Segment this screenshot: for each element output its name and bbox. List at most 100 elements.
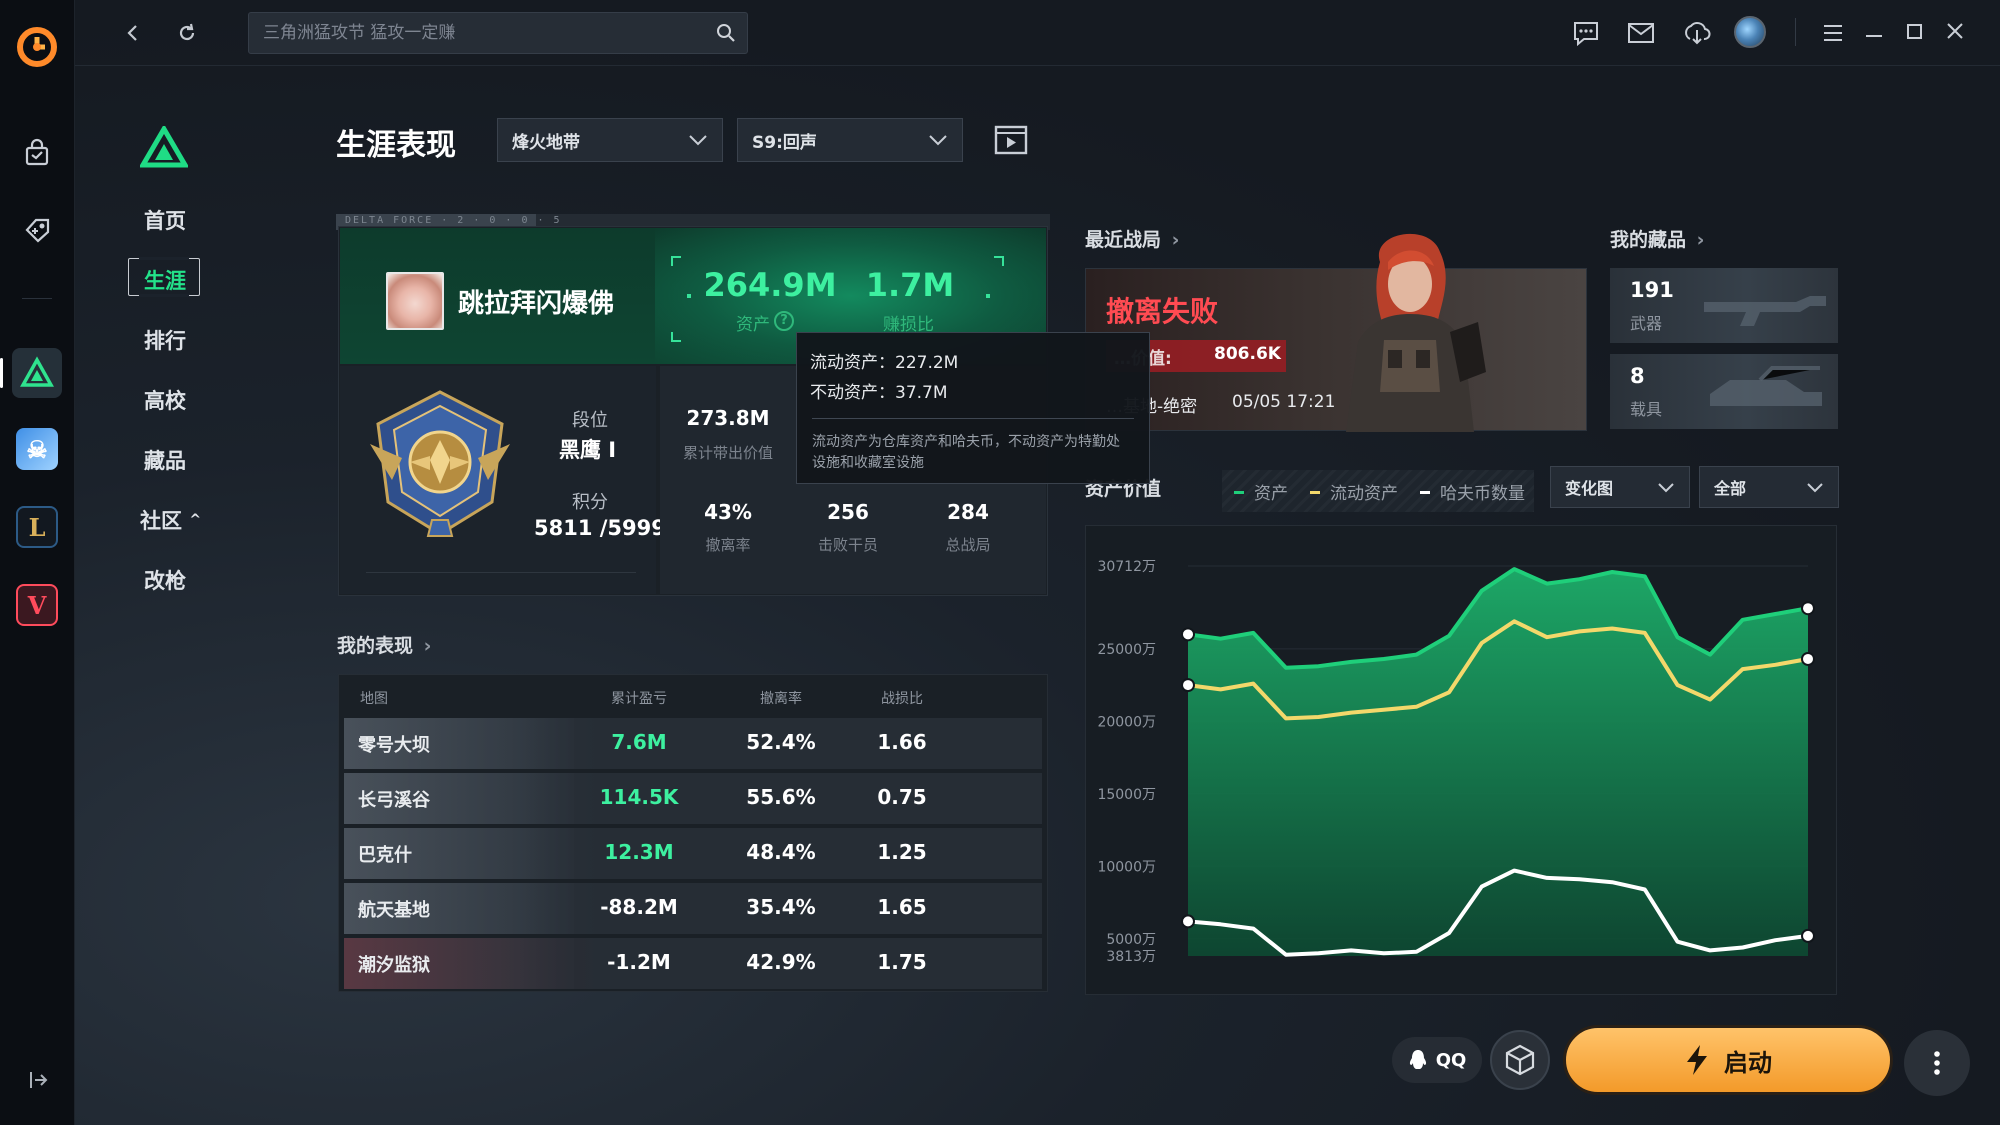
maximize-icon[interactable] [1905, 22, 1925, 46]
tooltip-fixed: 不动资产：37.7M [810, 383, 948, 403]
column-header: 累计盈亏 [611, 691, 667, 707]
vehicle-icon [1710, 366, 1822, 406]
series-area [1188, 569, 1808, 956]
corner-dot [687, 294, 691, 298]
rifle-icon [1704, 296, 1826, 326]
bag-icon[interactable] [12, 128, 62, 178]
match-value: 806.6K [1214, 344, 1281, 364]
launch-label: 启动 [1724, 1048, 1772, 1077]
legend-item[interactable]: 哈夫币数量 [1420, 479, 1525, 504]
score-label: 积分 [572, 492, 608, 513]
refresh-button[interactable] [170, 16, 204, 50]
table-row[interactable]: 航天基地 -88.2M 35.4% 1.65 [344, 883, 1042, 934]
kd-ratio: 1.65 [877, 895, 927, 919]
legend-swatch [1310, 491, 1320, 494]
recent-title[interactable]: 最近战局 › [1085, 225, 1179, 252]
subnav-item-college[interactable]: 高校 [130, 385, 200, 415]
map-name: 巴克什 [358, 845, 412, 866]
y-tick-label: 25000万 [1097, 642, 1156, 658]
corner-dot [986, 294, 990, 298]
league-game-icon[interactable]: L [16, 506, 58, 548]
chart-view-select[interactable]: 变化图 [1550, 466, 1690, 508]
gamepad-tag-icon[interactable] [12, 205, 62, 255]
search-icon[interactable] [715, 22, 737, 48]
cube-button[interactable] [1490, 1030, 1550, 1090]
download-icon[interactable] [1682, 19, 1712, 51]
subnav-item-community[interactable]: 社区 ^ [140, 505, 230, 535]
minimize-icon[interactable] [1864, 24, 1884, 46]
y-tick-label: 10000万 [1097, 859, 1156, 875]
collection-title[interactable]: 我的藏品 › [1610, 225, 1704, 252]
delta-force-icon[interactable] [0, 348, 62, 398]
extract-rate: 48.4% [746, 840, 816, 864]
legend-item[interactable]: 资产 [1234, 479, 1288, 504]
match-result: 撤离失败 [1106, 295, 1219, 328]
subnav-item-home[interactable]: 首页 [130, 205, 200, 235]
titlebar-divider [1795, 18, 1796, 46]
collapse-icon[interactable] [26, 1068, 50, 1092]
search-input[interactable] [263, 13, 703, 53]
tooltip-note: 流动资产为仓库资产和哈夫币，不动资产为特勤处设施和收藏室设施 [812, 434, 1120, 471]
player-name: 跳拉拜闪爆佛 [458, 289, 615, 319]
profit-value: -88.2M [600, 895, 678, 919]
collection-vehicles[interactable]: 8 载具 [1610, 354, 1838, 429]
vehicles-count: 8 [1630, 364, 1645, 388]
subnav-item-career[interactable]: 生涯 [130, 265, 200, 295]
stat-value: 43% [704, 500, 752, 524]
chevron-down-icon [1807, 482, 1823, 492]
valorant-game-icon[interactable]: V [16, 584, 58, 626]
stat-label: 累计带出价值 [682, 444, 773, 462]
y-tick-label: 5000万 [1106, 932, 1156, 948]
close-icon[interactable] [1945, 21, 1965, 45]
table-row[interactable]: 长弓溪谷 114.5K 55.6% 0.75 [344, 773, 1042, 824]
profit-value: -1.2M [607, 950, 671, 974]
series-endpoint [1801, 651, 1815, 666]
score-value: 5811 /5999 [534, 516, 666, 540]
asset-chart: 30712万 25000万 20000万 15000万 10000万 5000万 3813万 [1085, 525, 1837, 995]
avatar[interactable] [1734, 16, 1766, 48]
legend-swatch [1234, 491, 1244, 494]
subnav-item-gunsmith[interactable]: 改枪 [130, 565, 200, 595]
launch-button[interactable]: 启动 [1563, 1025, 1893, 1095]
table-row[interactable]: 潮汐监狱 -1.2M 42.9% 1.75 [344, 938, 1042, 989]
more-button[interactable] [1904, 1030, 1970, 1096]
mode-select-label: 烽火地带 [512, 132, 580, 153]
table-row[interactable]: 零号大坝 7.6M 52.4% 1.66 [344, 718, 1042, 769]
subnav-item-collection[interactable]: 藏品 [130, 445, 200, 475]
stat-value: 256 [827, 500, 869, 524]
match-time: 05/05 17:21 [1232, 392, 1336, 412]
ratio-value: 1.7M [865, 266, 955, 304]
qq-button[interactable]: QQ [1392, 1037, 1482, 1083]
collection-weapons[interactable]: 191 武器 [1610, 268, 1838, 343]
mode-select[interactable]: 烽火地带 [497, 118, 723, 162]
series-endpoint [1801, 601, 1815, 616]
bracket-corner [671, 256, 681, 266]
skull-game-icon[interactable]: ☠ [16, 428, 58, 470]
bracket-corner [994, 256, 1004, 266]
season-select[interactable]: S9:回声 [737, 118, 963, 162]
legend-item[interactable]: 流动资产 [1310, 479, 1398, 504]
chart-range-select[interactable]: 全部 [1699, 466, 1839, 508]
search-box[interactable] [248, 12, 748, 54]
card-strip-text: DELTA FORCE · 2 · 0 · 0 · 5 [345, 215, 562, 226]
back-button[interactable] [116, 16, 150, 50]
chat-icon[interactable] [1572, 20, 1600, 50]
asset-chart-svg: 30712万 25000万 20000万 15000万 10000万 5000万3813万 [1097, 559, 1815, 965]
menu-icon[interactable] [1822, 24, 1844, 46]
recent-title-text: 最近战局 [1085, 229, 1162, 251]
help-icon[interactable]: ? [774, 311, 794, 331]
map-name: 航天基地 [358, 900, 430, 921]
table-row[interactable]: 巴克什 12.3M 48.4% 1.25 [344, 828, 1042, 879]
gears-logo-icon[interactable] [14, 24, 60, 70]
legend-items: 资产 流动资产 哈夫币数量 [1234, 479, 1525, 504]
map-name: 长弓溪谷 [358, 790, 430, 811]
performance-title[interactable]: 我的表现 › [337, 631, 431, 658]
profit-value: 7.6M [611, 730, 667, 754]
legend-swatch [1420, 491, 1430, 494]
kd-ratio: 1.66 [877, 730, 927, 754]
video-button[interactable] [992, 122, 1030, 158]
subnav-community-label: 社区 [140, 509, 182, 533]
mail-icon[interactable] [1627, 22, 1655, 48]
map-name: 零号大坝 [358, 735, 430, 756]
subnav-item-ranking[interactable]: 排行 [130, 325, 200, 355]
